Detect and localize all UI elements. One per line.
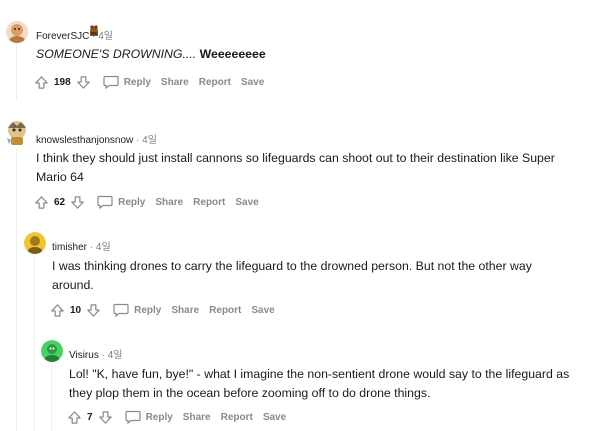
avatar[interactable] — [24, 232, 46, 254]
share-button[interactable]: Share — [155, 197, 183, 208]
reply-button[interactable]: Reply — [103, 75, 151, 89]
avatar[interactable] — [6, 21, 28, 43]
comment-actions: 7 Reply Share Report Save — [67, 407, 286, 427]
thread-line[interactable] — [51, 364, 52, 431]
comment-bubble-icon — [103, 75, 119, 89]
save-button[interactable]: Save — [263, 412, 286, 423]
share-button[interactable]: Share — [161, 77, 189, 88]
vote-score: 198 — [54, 76, 71, 88]
comment-header: knowslesthanjonsnow · 4일 — [36, 131, 157, 146]
username[interactable]: Visirus — [69, 350, 99, 361]
downvote-icon[interactable] — [76, 75, 91, 90]
timestamp[interactable]: 4일 — [108, 350, 123, 361]
report-button[interactable]: Report — [209, 305, 241, 316]
timestamp[interactable]: 4일 — [142, 135, 157, 146]
reply-button[interactable]: Reply — [124, 410, 173, 424]
upvote-icon[interactable] — [50, 303, 65, 318]
username[interactable]: timisher — [52, 242, 87, 253]
share-button[interactable]: Share — [183, 412, 211, 423]
comment-bubble-icon — [113, 303, 129, 317]
username[interactable]: knowslesthanjonsnow — [36, 135, 133, 146]
avatar[interactable] — [5, 120, 29, 146]
comment-body: SOMEONE'S DROWNING.... Weeeeeeee — [36, 45, 266, 64]
comment-text-italic: SOMEONE'S DROWNING.... — [36, 47, 197, 61]
comment-actions: 10 Reply Share Report Save — [50, 300, 275, 320]
timestamp[interactable]: 4일 — [98, 31, 113, 42]
reply-label: Reply — [145, 411, 173, 423]
comment-text-bold: Weeeeeeee — [199, 47, 266, 61]
reply-label: Reply — [123, 76, 151, 88]
award-icon[interactable] — [88, 24, 100, 42]
comment-header: timisher · 4일 — [52, 238, 111, 253]
reply-button[interactable]: Reply — [97, 195, 145, 209]
reply-label: Reply — [118, 196, 146, 208]
comment-header: Visirus · 4일 — [69, 346, 122, 361]
reply-label: Reply — [134, 304, 162, 316]
comment-actions: 198 Reply Share Report Save — [34, 72, 264, 92]
comment-actions: 62 Reply Share Report Save — [34, 192, 259, 212]
vote-score: 10 — [70, 304, 82, 316]
save-button[interactable]: Save — [251, 305, 274, 316]
timestamp[interactable]: 4일 — [96, 242, 111, 253]
comment-body: I was thinking drones to carry the lifeg… — [52, 259, 532, 292]
upvote-icon[interactable] — [34, 75, 49, 90]
reply-button[interactable]: Reply — [113, 303, 161, 317]
vote-score: 62 — [54, 196, 66, 208]
vote-score: 7 — [87, 411, 93, 423]
save-button[interactable]: Save — [241, 77, 264, 88]
downvote-icon[interactable] — [86, 303, 101, 318]
report-button[interactable]: Report — [193, 197, 225, 208]
comment-header: ForeverSJC · 4일 — [36, 27, 113, 42]
save-button[interactable]: Save — [235, 197, 258, 208]
upvote-icon[interactable] — [34, 195, 49, 210]
username[interactable]: ForeverSJC — [36, 31, 89, 42]
report-button[interactable]: Report — [221, 412, 253, 423]
upvote-icon[interactable] — [67, 410, 82, 425]
comment-body: I think they should just install cannons… — [36, 151, 555, 184]
comment-bubble-icon — [97, 195, 113, 209]
share-button[interactable]: Share — [171, 305, 199, 316]
report-button[interactable]: Report — [199, 77, 231, 88]
thread-line[interactable] — [16, 148, 17, 431]
avatar[interactable] — [41, 340, 63, 362]
downvote-icon[interactable] — [98, 410, 113, 425]
downvote-icon[interactable] — [70, 195, 85, 210]
thread-line[interactable] — [34, 256, 35, 431]
comment-bubble-icon — [124, 410, 141, 424]
comment-body: Lol! "K, have fun, bye!" - what I imagin… — [69, 367, 570, 400]
